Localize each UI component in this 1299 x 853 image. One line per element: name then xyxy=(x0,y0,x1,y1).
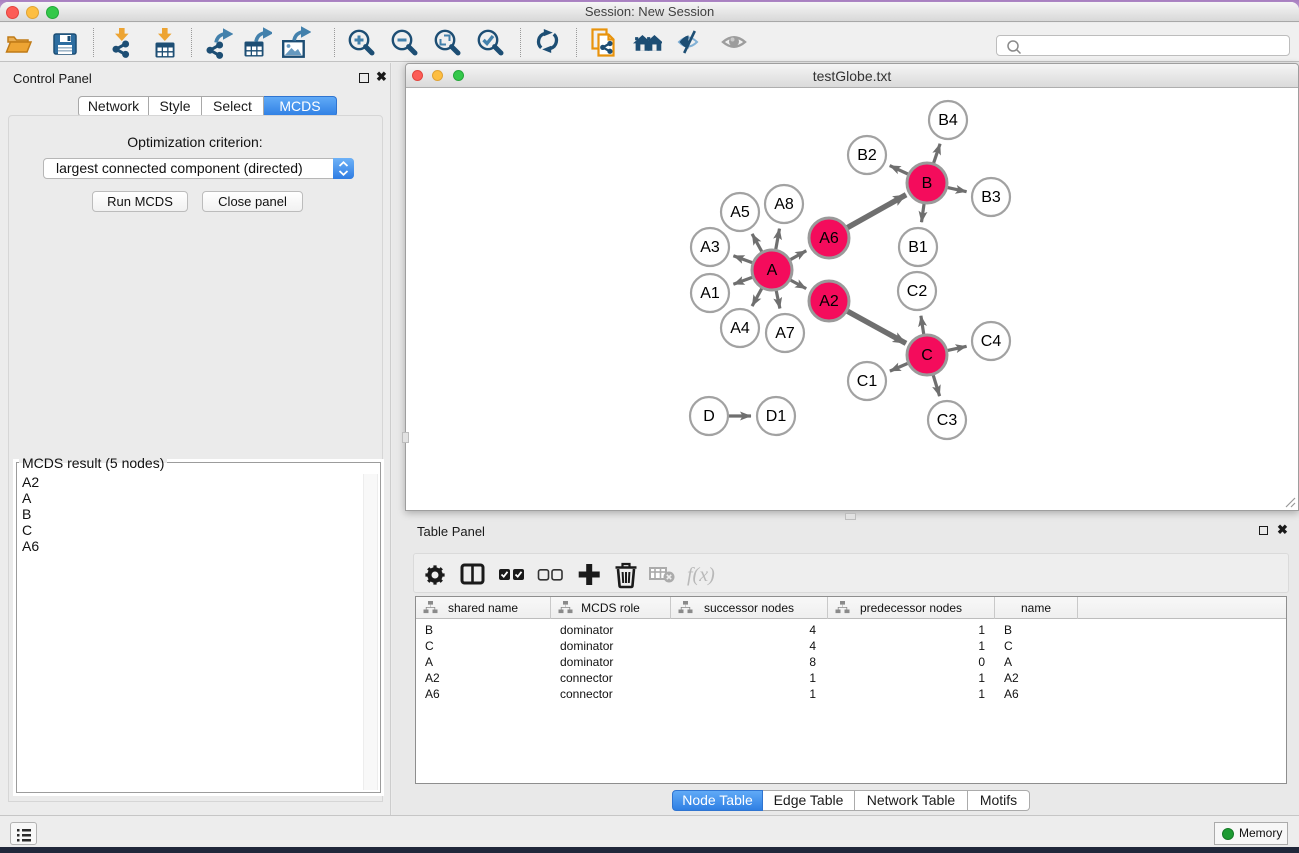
svg-text:A3: A3 xyxy=(700,239,720,256)
svg-text:B3: B3 xyxy=(981,189,1001,206)
svg-text:A6: A6 xyxy=(819,230,839,247)
svg-text:C1: C1 xyxy=(857,373,878,390)
svg-text:C2: C2 xyxy=(907,283,928,300)
svg-text:D1: D1 xyxy=(766,408,787,425)
svg-text:f(x): f(x) xyxy=(687,564,715,586)
svg-text:B: B xyxy=(922,175,933,192)
svg-text:C4: C4 xyxy=(981,333,1002,350)
svg-text:C: C xyxy=(921,347,933,364)
svg-text:A4: A4 xyxy=(730,320,750,337)
svg-text:A1: A1 xyxy=(700,285,720,302)
svg-text:A: A xyxy=(767,262,778,279)
svg-text:D: D xyxy=(703,408,715,425)
svg-text:A5: A5 xyxy=(730,204,750,221)
svg-text:B2: B2 xyxy=(857,147,877,164)
svg-text:C3: C3 xyxy=(937,412,958,429)
svg-text:A2: A2 xyxy=(819,293,839,310)
svg-text:B1: B1 xyxy=(908,239,928,256)
svg-text:A7: A7 xyxy=(775,325,795,342)
svg-text:B4: B4 xyxy=(938,112,958,129)
svg-text:A8: A8 xyxy=(774,196,794,213)
